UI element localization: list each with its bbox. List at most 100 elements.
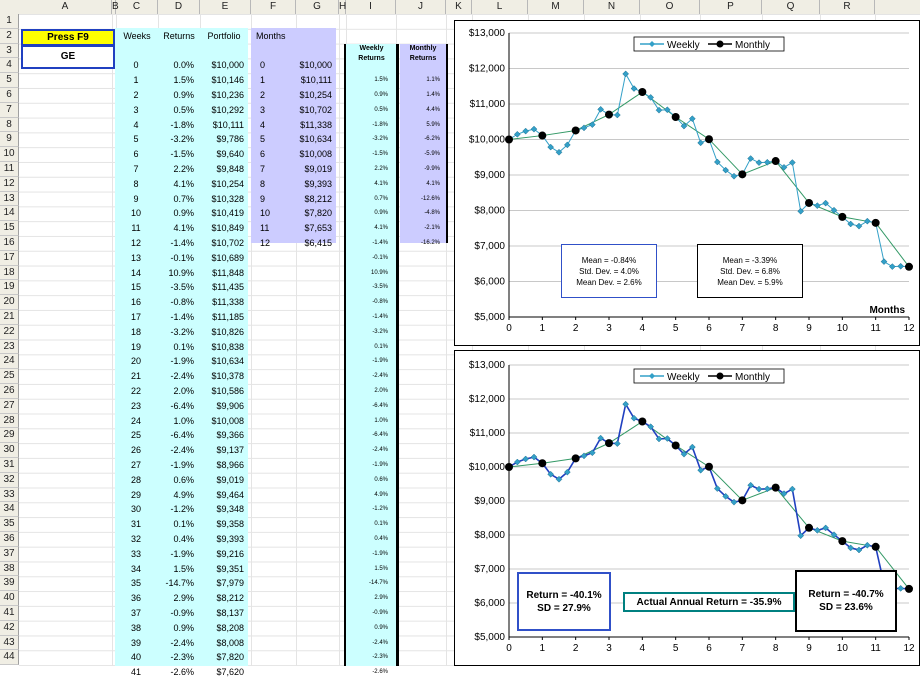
cell-month-value[interactable]: $7,820 [290,206,332,221]
row-header-22[interactable]: 22 [0,324,19,340]
cell-portfolio[interactable]: $10,586 [198,384,244,399]
cell-weekly-return[interactable]: 1.5% [348,562,388,577]
cell-portfolio[interactable]: $8,966 [198,458,244,473]
cell-weekly-return[interactable]: -1.5% [348,147,388,162]
cell-return[interactable]: -2.3% [158,650,194,665]
cell-return[interactable]: 1.0% [158,414,194,429]
cell-portfolio[interactable]: $7,820 [198,650,244,665]
cell-monthly-return[interactable]: 4.1% [400,177,440,192]
cell-week[interactable]: 8 [116,177,156,192]
column-header-q[interactable]: Q [762,0,820,14]
cell-monthly-return[interactable]: 5.9% [400,118,440,133]
cell-monthly-return[interactable]: -9.9% [400,162,440,177]
cell-weekly-return[interactable]: 0.7% [348,192,388,207]
cell-portfolio[interactable]: $10,254 [198,177,244,192]
cell-weekly-return[interactable]: -1.4% [348,310,388,325]
row-header-2[interactable]: 2 [0,28,19,44]
cell-portfolio[interactable]: $10,838 [198,340,244,355]
cell-monthly-return[interactable]: 4.4% [400,103,440,118]
cell-portfolio[interactable]: $9,786 [198,132,244,147]
row-header-4[interactable]: 4 [0,58,19,74]
cell-week[interactable]: 18 [116,325,156,340]
cell-return[interactable]: 0.9% [158,621,194,636]
cell-week[interactable]: 0 [116,58,156,73]
cell-week[interactable]: 40 [116,650,156,665]
cell-weekly-return[interactable]: 4.9% [348,488,388,503]
cell-weekly-return[interactable]: -1.9% [348,547,388,562]
cell-week[interactable]: 16 [116,295,156,310]
row-header-39[interactable]: 39 [0,576,19,592]
row-header-26[interactable]: 26 [0,384,19,399]
chart-top[interactable]: $5,000 $6,000 $7,000 $8,000 $9,000 $10,000 $11… [454,20,920,346]
cell-weekly-return[interactable]: -2.3% [348,650,388,665]
row-header-14[interactable]: 14 [0,206,19,222]
cell-weekly-return[interactable]: 4.1% [348,177,388,192]
cell-weekly-return[interactable]: -1.2% [348,502,388,517]
cell-month[interactable]: 1 [260,73,290,88]
cell-month-value[interactable]: $9,019 [290,162,332,177]
cell-return[interactable]: 4.1% [158,221,194,236]
cell-portfolio[interactable]: $10,378 [198,369,244,384]
cell-month[interactable]: 8 [260,177,290,192]
cell-return[interactable]: 4.9% [158,488,194,503]
cell-week[interactable]: 38 [116,621,156,636]
cell-month[interactable]: 11 [260,221,290,236]
cell-portfolio[interactable]: $10,419 [198,206,244,221]
cell-portfolio[interactable]: $9,366 [198,428,244,443]
cell-week[interactable]: 31 [116,517,156,532]
cell-month[interactable]: 2 [260,88,290,103]
cell-return[interactable]: -1.9% [158,354,194,369]
cell-return[interactable]: -0.1% [158,251,194,266]
cell-week[interactable]: 32 [116,532,156,547]
cell-week[interactable]: 6 [116,147,156,162]
cell-month[interactable]: 5 [260,132,290,147]
cell-week[interactable]: 5 [116,132,156,147]
column-header-r[interactable]: R [820,0,875,14]
row-header-7[interactable]: 7 [0,102,19,118]
row-header-24[interactable]: 24 [0,354,19,370]
row-header-1[interactable]: 1 [0,14,19,29]
cell-return[interactable]: 0.1% [158,340,194,355]
row-header-38[interactable]: 38 [0,561,19,577]
cell-portfolio[interactable]: $8,137 [198,606,244,621]
column-header-h[interactable]: H [339,0,346,14]
cell-week[interactable]: 14 [116,266,156,281]
row-header-3[interactable]: 3 [0,43,19,59]
cell-month[interactable]: 10 [260,206,290,221]
cell-weekly-return[interactable]: -0.9% [348,606,388,621]
row-header-35[interactable]: 35 [0,517,19,532]
cell-portfolio[interactable]: $10,111 [198,118,244,133]
cell-return[interactable]: 0.9% [158,206,194,221]
cell-weekly-return[interactable]: -2.4% [348,369,388,384]
cell-week[interactable]: 27 [116,458,156,473]
cell-weekly-return[interactable]: -0.8% [348,295,388,310]
row-header-33[interactable]: 33 [0,487,19,503]
cell-portfolio[interactable]: $10,702 [198,236,244,251]
cell-portfolio[interactable]: $10,634 [198,354,244,369]
cell-return[interactable]: -2.4% [158,369,194,384]
cell-monthly-return[interactable]: -6.2% [400,132,440,147]
cell-week[interactable]: 1 [116,73,156,88]
cell-week[interactable]: 29 [116,488,156,503]
cell-weekly-return[interactable]: -6.4% [348,399,388,414]
cell-portfolio[interactable]: $10,328 [198,192,244,207]
cell-month-value[interactable]: $9,393 [290,177,332,192]
cell-week[interactable]: 41 [116,665,156,680]
cell-portfolio[interactable]: $9,464 [198,488,244,503]
column-header-f[interactable]: F [251,0,296,14]
cell-week[interactable]: 9 [116,192,156,207]
cell-return[interactable]: -1.9% [158,458,194,473]
column-header-k[interactable]: K [446,0,472,14]
row-header-18[interactable]: 18 [0,265,19,281]
cell-return[interactable]: -2.4% [158,636,194,651]
cell-week[interactable]: 21 [116,369,156,384]
cell-portfolio[interactable]: $9,137 [198,443,244,458]
cell-portfolio[interactable]: $8,208 [198,621,244,636]
row-header-9[interactable]: 9 [0,132,19,148]
cell-month[interactable]: 12 [260,236,290,251]
column-header-n[interactable]: N [584,0,640,14]
cell-month[interactable]: 7 [260,162,290,177]
cell-portfolio[interactable]: $10,000 [198,58,244,73]
cell-return[interactable]: 4.1% [158,177,194,192]
cell-week[interactable]: 13 [116,251,156,266]
